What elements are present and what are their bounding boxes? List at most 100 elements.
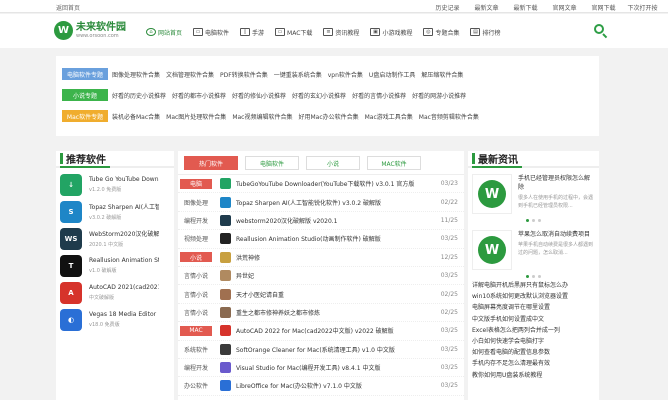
software-row[interactable]: 系统软件 SoftOrange Cleaner for Mac(系统清理工具) v…	[178, 341, 464, 359]
software-name[interactable]: SoftOrange Cleaner for Mac(系统清理工具) v1.0 …	[236, 345, 416, 354]
tag-link[interactable]: 好用Mac办公软件合集	[298, 112, 358, 121]
tag-link[interactable]: 好看的都市小说推荐	[172, 91, 226, 100]
category-label[interactable]: 小说	[180, 252, 212, 263]
nav-item[interactable]: ≡ 资讯教程	[318, 24, 364, 40]
tag-link[interactable]: Mac视频编辑软件合集	[232, 112, 292, 121]
tag-row-label[interactable]: 小说专题	[62, 89, 108, 101]
software-name[interactable]: 洪荒神修	[236, 253, 416, 262]
tag-link[interactable]: 好看的历史小说推荐	[112, 91, 166, 100]
tab-0[interactable]: 热门软件	[184, 156, 238, 170]
nav-item[interactable]: ▭ MAC下载	[270, 24, 317, 40]
software-row[interactable]: 言情小说 异世妃 03/25	[178, 267, 464, 286]
tag-link[interactable]: 好看的网游小说推荐	[412, 91, 466, 100]
nav-item[interactable]: ◎ 专题合集	[418, 24, 464, 40]
software-row[interactable]: 办公软件 LibreOffice for Mac(办公软件) v7.1.0 中文版…	[178, 377, 464, 396]
category-label[interactable]: 系统软件	[180, 345, 212, 354]
site-logo[interactable]: W 未来软件园 www.orsoon.com	[54, 21, 126, 40]
tab-1[interactable]: 电脑软件	[245, 156, 299, 170]
software-row[interactable]: 图像处理 Topaz Sharpen AI(人工智能锐化软件) v3.0.2 破解…	[178, 193, 464, 212]
news-thumbnail[interactable]: W	[472, 230, 512, 270]
news-link[interactable]: 小白如何快速学会电脑打字	[472, 336, 595, 347]
featured-news-title[interactable]: 手机已经管理员权限怎么解除	[518, 174, 595, 192]
recommend-item-name[interactable]: AutoCAD 2021(cad2021)	[89, 284, 159, 291]
category-label[interactable]: 视频处理	[180, 234, 212, 243]
tab-3[interactable]: MAC软件	[367, 156, 421, 170]
tag-link[interactable]: Mac图片处理软件合集	[166, 112, 226, 121]
tag-link[interactable]: Mac音频剪辑软件合集	[419, 112, 479, 121]
nav-item[interactable]: ▤ 排行榜	[465, 24, 505, 40]
category-label[interactable]: 图像处理	[180, 198, 212, 207]
top-link[interactable]: 历史记录	[428, 3, 467, 12]
top-link[interactable]: 官网文章	[545, 3, 584, 12]
software-row[interactable]: 小说 洪荒神修 12/25	[178, 249, 464, 267]
featured-news[interactable]: W 手机已经管理员权限怎么解除 很多人在使用手机的过程中，会遇到手机已经管理员权限.…	[468, 168, 599, 216]
software-name[interactable]: LibreOffice for Mac(办公软件) v7.1.0 中文版	[236, 381, 416, 390]
software-row[interactable]: 编程开发 Visual Studio for Mac(编程开发工具) v8.4.1…	[178, 359, 464, 378]
featured-news-title[interactable]: 苹果怎么取消自动续费项目	[518, 230, 595, 239]
top-link[interactable]: 下次打开按	[623, 3, 662, 12]
category-label[interactable]: 编程开发	[180, 216, 212, 225]
news-link[interactable]: 手机内存不足怎么清理最有效	[472, 358, 595, 369]
news-link[interactable]: 教你如何用U盘装系统教程	[472, 370, 595, 381]
carousel-dots[interactable]	[468, 272, 599, 280]
home-link[interactable]: 返回首页	[56, 3, 80, 12]
tag-link[interactable]: U盘启动制作工具	[369, 70, 415, 79]
news-thumbnail[interactable]: W	[472, 174, 512, 214]
recommend-item[interactable]: T Reallusion Animation Studio v1.0 破解版	[56, 252, 174, 279]
software-row[interactable]: 编程开发 webstorm2020汉化破解版 v2020.1 11/25	[178, 212, 464, 231]
category-label[interactable]: 电脑	[180, 178, 212, 189]
tag-link[interactable]: 一键重装系统合集	[274, 70, 322, 79]
software-name[interactable]: AutoCAD 2022 for Mac(cad2022中文版) v2022 破…	[236, 326, 416, 335]
category-label[interactable]: MAC	[180, 325, 212, 336]
news-link[interactable]: 电脑屏幕亮度调节在哪里设置	[472, 302, 595, 313]
recommend-item-name[interactable]: Reallusion Animation Studio	[89, 257, 159, 264]
software-name[interactable]: Reallusion Animation Studio(动画制作软件) 破解版	[236, 234, 416, 243]
carousel-dots[interactable]	[468, 216, 599, 224]
tag-link[interactable]: PDF转换软件合集	[220, 70, 268, 79]
category-label[interactable]: 编程开发	[180, 363, 212, 372]
software-name[interactable]: 异世妃	[236, 271, 416, 280]
category-label[interactable]: 办公软件	[180, 381, 212, 390]
tag-link[interactable]: 好看的言情小说推荐	[352, 91, 406, 100]
tag-link[interactable]: 好看的玄幻小说推荐	[292, 91, 346, 100]
software-name[interactable]: 天才小医妃请自重	[236, 290, 416, 299]
recommend-item[interactable]: ◐ Vegas 18 Media Editor v18.0 免费版	[56, 306, 174, 333]
tag-link[interactable]: 解压缩软件合集	[421, 70, 463, 79]
top-link[interactable]: 最新下载	[506, 3, 545, 12]
software-name[interactable]: webstorm2020汉化破解版 v2020.1	[236, 216, 416, 225]
recommend-item[interactable]: WS WebStorm2020汉化破解版 2020.1 中文版	[56, 225, 174, 252]
news-link[interactable]: win10系统如何更改默认浏览器设置	[472, 291, 595, 302]
software-row[interactable]: 视频处理 Reallusion Animation Studio(动画制作软件) …	[178, 230, 464, 249]
recommend-item-name[interactable]: WebStorm2020汉化破解版	[89, 229, 159, 238]
news-link[interactable]: 中文版手机如何设置成中文	[472, 314, 595, 325]
category-label[interactable]: 言情小说	[180, 308, 212, 317]
recommend-item-name[interactable]: Topaz Sharpen AI(人工智能锐化软件)	[89, 202, 159, 211]
recommend-item[interactable]: ↓ Tube Go YouTube Downloader v1.2.0 免费版	[56, 171, 174, 198]
software-name[interactable]: Topaz Sharpen AI(人工智能锐化软件) v3.0.2 破解版	[236, 198, 416, 207]
category-label[interactable]: 言情小说	[180, 271, 212, 280]
software-name[interactable]: 重生之都市修神养妖之都市修炼	[236, 308, 416, 317]
news-link[interactable]: Excel表格怎么把两列合并成一列	[472, 325, 595, 336]
tab-2[interactable]: 小说	[306, 156, 360, 170]
news-link[interactable]: 如何查看电脑的配置信息参数	[472, 347, 595, 358]
tag-link[interactable]: 图像处理软件合集	[112, 70, 160, 79]
tag-link[interactable]: 装机必备Mac合集	[112, 112, 160, 121]
software-row[interactable]: 言情小说 重生之都市修神养妖之都市修炼 02/25	[178, 304, 464, 323]
software-name[interactable]: Visual Studio for Mac(编程开发工具) v8.4.1 中文版	[236, 363, 416, 372]
nav-item[interactable]: ⌂ 网站首页	[141, 24, 187, 40]
tag-link[interactable]: 文档管理软件合集	[166, 70, 214, 79]
tag-row-label[interactable]: Mac软件专题	[62, 110, 108, 122]
category-label[interactable]: 言情小说	[180, 290, 212, 299]
software-name[interactable]: TubeGoYouTube Downloader(YouTube下载软件) v3…	[236, 179, 416, 188]
recommend-item-name[interactable]: Tube Go YouTube Downloader	[89, 176, 159, 183]
search-icon[interactable]	[592, 22, 608, 39]
news-link[interactable]: 详解电脑开机后黑屏只有鼠标怎么办	[472, 280, 595, 291]
nav-item[interactable]: ▣ 小游戏教程	[365, 24, 417, 40]
recommend-item-name[interactable]: Vegas 18 Media Editor	[89, 311, 159, 318]
featured-news[interactable]: W 苹果怎么取消自动续费项目 苹果手机自动续费是很多人都遇到过的问题，怎么取消...	[468, 224, 599, 272]
nav-item[interactable]: ▭ 电脑软件	[188, 24, 234, 40]
software-row[interactable]: MAC AutoCAD 2022 for Mac(cad2022中文版) v202…	[178, 322, 464, 341]
tag-link[interactable]: 好看的修仙小说推荐	[232, 91, 286, 100]
tag-row-label[interactable]: 电脑软件专题	[62, 68, 108, 80]
recommend-item[interactable]: S Topaz Sharpen AI(人工智能锐化软件) v3.0.2 破解版	[56, 198, 174, 225]
